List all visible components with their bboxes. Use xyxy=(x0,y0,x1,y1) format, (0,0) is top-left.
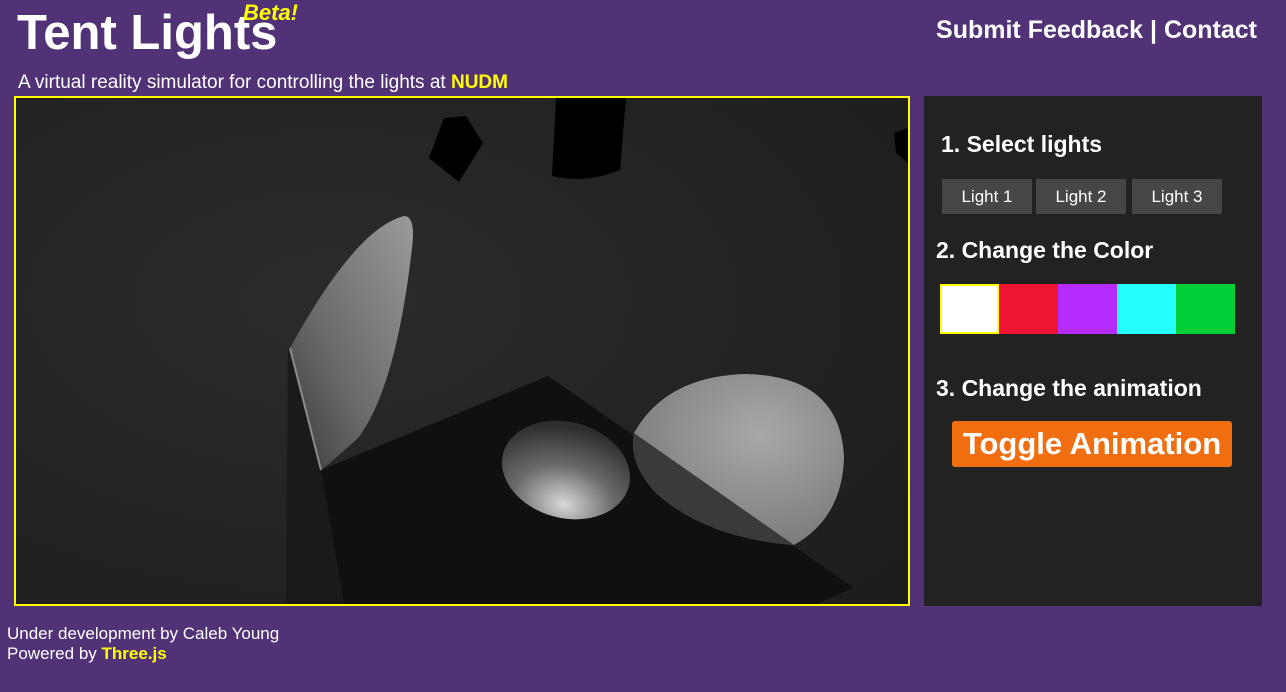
submit-feedback-link[interactable]: Submit Feedback xyxy=(936,16,1143,44)
color-swatches xyxy=(940,284,1235,334)
color-swatch-4[interactable] xyxy=(1117,284,1176,334)
color-swatch-3[interactable] xyxy=(1058,284,1117,334)
link-separator: | xyxy=(1149,16,1157,44)
step2-label: 2. Change the Color xyxy=(936,237,1154,263)
threejs-link[interactable]: Three.js xyxy=(102,644,167,663)
color-swatch-5[interactable] xyxy=(1176,284,1235,334)
light-1-button[interactable]: Light 1 xyxy=(942,179,1032,214)
light-3-button[interactable]: Light 3 xyxy=(1132,179,1222,214)
hanging-light-fixture-2 xyxy=(552,98,626,179)
step1-label: 1. Select lights xyxy=(941,131,1103,157)
contact-link[interactable]: Contact xyxy=(1164,16,1257,44)
footer-powered: Powered by Three.js xyxy=(7,644,279,664)
tent-scene xyxy=(16,98,908,604)
color-swatch-2[interactable] xyxy=(999,284,1058,334)
page-title: Tent Lights xyxy=(17,6,278,60)
step3-label: 3. Change the animation xyxy=(936,375,1202,401)
subtitle-highlight: NUDM xyxy=(450,72,508,93)
toggle-animation-button[interactable]: Toggle Animation xyxy=(952,421,1232,467)
top-links: Submit Feedback | Contact xyxy=(936,16,1257,45)
3d-viewport[interactable] xyxy=(14,96,910,606)
footer: Under development by Caleb Young Powered… xyxy=(7,624,279,664)
subtitle-text: A virtual reality simulator for controll… xyxy=(18,72,446,93)
color-swatch-1[interactable] xyxy=(940,284,999,334)
beta-badge: Beta! xyxy=(243,0,299,25)
footer-credit: Under development by Caleb Young xyxy=(7,624,280,643)
control-panel: 1. Select lights Light 1 Light 2 Light 3… xyxy=(924,96,1262,606)
light-2-button[interactable]: Light 2 xyxy=(1036,179,1126,214)
footer-powered-prefix: Powered by xyxy=(7,644,97,663)
subtitle: A virtual reality simulator for controll… xyxy=(18,72,508,94)
